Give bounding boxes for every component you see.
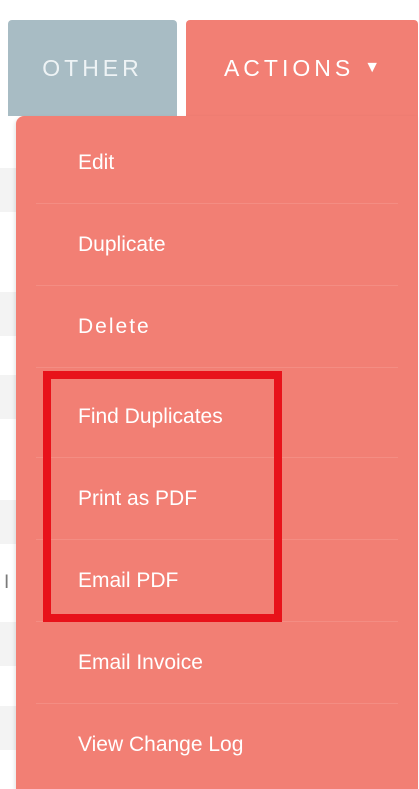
page-background-stripe xyxy=(0,375,16,419)
menu-item-edit[interactable]: Edit xyxy=(36,122,398,204)
menu-item-view-change-log[interactable]: View Change Log xyxy=(36,704,398,786)
menu-item-label: Duplicate xyxy=(78,232,166,256)
page-background-stripe xyxy=(0,292,16,336)
menu-item-print-as-pdf[interactable]: Print as PDF xyxy=(36,458,398,540)
page-background-stripe xyxy=(0,168,16,212)
menu-item-label: Print as PDF xyxy=(78,486,198,510)
menu-item-label: Delete xyxy=(78,314,151,338)
menu-item-label: Find Duplicates xyxy=(78,404,223,428)
page-background-stripe xyxy=(0,622,16,666)
menu-item-delete[interactable]: Delete xyxy=(36,286,398,368)
page-background-stripe xyxy=(0,500,16,544)
menu-item-duplicate[interactable]: Duplicate xyxy=(36,204,398,286)
menu-item-label: Email PDF xyxy=(78,568,179,592)
actions-dropdown-view: I OTHER ACTIONS ▼ Edit Duplicate Delete … xyxy=(0,0,419,789)
tab-actions-label: ACTIONS xyxy=(223,54,355,81)
menu-item-email-pdf[interactable]: Email PDF xyxy=(36,540,398,622)
menu-item-label: Email Invoice xyxy=(78,650,203,674)
menu-item-find-duplicates[interactable]: Find Duplicates xyxy=(36,376,398,458)
tab-other[interactable]: OTHER xyxy=(8,20,177,116)
menu-item-label: Edit xyxy=(78,150,115,174)
menu-item-label: View Change Log xyxy=(78,733,244,756)
tab-actions[interactable]: ACTIONS ▼ xyxy=(186,20,418,116)
menu-item-email-invoice[interactable]: Email Invoice xyxy=(36,622,398,704)
tab-other-label: OTHER xyxy=(42,54,143,81)
page-background-stripe xyxy=(0,706,16,750)
actions-dropdown-menu: Edit Duplicate Delete Find Duplicates Pr… xyxy=(16,116,418,789)
caret-down-icon: ▼ xyxy=(364,59,381,76)
background-text-fragment: I xyxy=(4,572,10,593)
